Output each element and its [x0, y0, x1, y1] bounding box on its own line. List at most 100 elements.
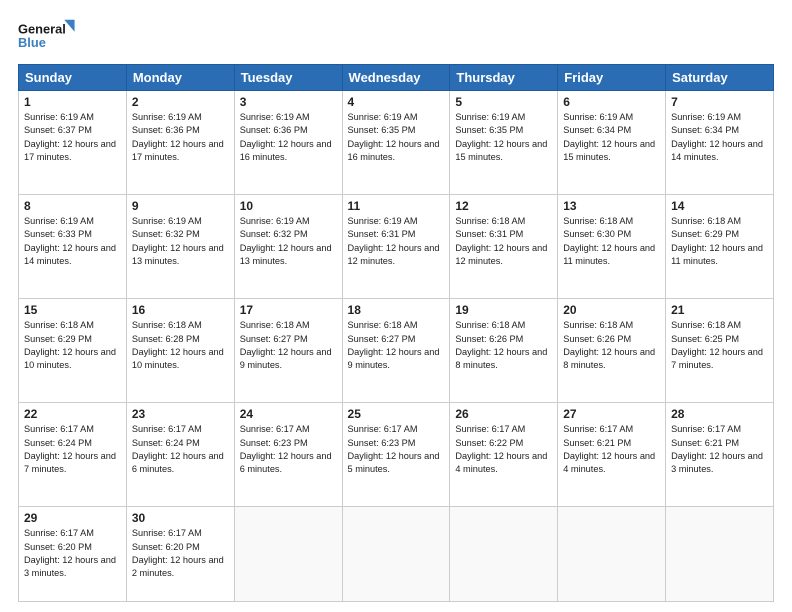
weekday-header-sunday: Sunday — [19, 65, 127, 91]
weekday-header-tuesday: Tuesday — [234, 65, 342, 91]
calendar-cell — [234, 507, 342, 602]
day-number: 30 — [132, 511, 229, 525]
calendar-cell: 13 Sunrise: 6:18 AM Sunset: 6:30 PM Dayli… — [558, 195, 666, 299]
calendar-cell: 30 Sunrise: 6:17 AM Sunset: 6:20 PM Dayli… — [126, 507, 234, 602]
calendar-cell: 10 Sunrise: 6:19 AM Sunset: 6:32 PM Dayli… — [234, 195, 342, 299]
calendar-cell: 17 Sunrise: 6:18 AM Sunset: 6:27 PM Dayli… — [234, 299, 342, 403]
day-number: 4 — [348, 95, 445, 109]
calendar-cell: 2 Sunrise: 6:19 AM Sunset: 6:36 PM Daylig… — [126, 91, 234, 195]
day-number: 5 — [455, 95, 552, 109]
day-number: 7 — [671, 95, 768, 109]
weekday-header-friday: Friday — [558, 65, 666, 91]
calendar-cell: 9 Sunrise: 6:19 AM Sunset: 6:32 PM Daylig… — [126, 195, 234, 299]
cell-details: Sunrise: 6:19 AM Sunset: 6:34 PM Dayligh… — [671, 111, 768, 164]
day-number: 12 — [455, 199, 552, 213]
cell-details: Sunrise: 6:19 AM Sunset: 6:35 PM Dayligh… — [455, 111, 552, 164]
logo-svg: GeneralBlue — [18, 18, 78, 54]
day-number: 22 — [24, 407, 121, 421]
cell-details: Sunrise: 6:19 AM Sunset: 6:36 PM Dayligh… — [240, 111, 337, 164]
cell-details: Sunrise: 6:18 AM Sunset: 6:27 PM Dayligh… — [240, 319, 337, 372]
calendar-cell: 7 Sunrise: 6:19 AM Sunset: 6:34 PM Daylig… — [666, 91, 774, 195]
cell-details: Sunrise: 6:18 AM Sunset: 6:26 PM Dayligh… — [563, 319, 660, 372]
day-number: 6 — [563, 95, 660, 109]
day-number: 26 — [455, 407, 552, 421]
calendar-cell: 11 Sunrise: 6:19 AM Sunset: 6:31 PM Dayli… — [342, 195, 450, 299]
calendar-cell: 8 Sunrise: 6:19 AM Sunset: 6:33 PM Daylig… — [19, 195, 127, 299]
calendar-cell: 28 Sunrise: 6:17 AM Sunset: 6:21 PM Dayli… — [666, 403, 774, 507]
cell-details: Sunrise: 6:19 AM Sunset: 6:37 PM Dayligh… — [24, 111, 121, 164]
day-number: 24 — [240, 407, 337, 421]
cell-details: Sunrise: 6:17 AM Sunset: 6:22 PM Dayligh… — [455, 423, 552, 476]
day-number: 28 — [671, 407, 768, 421]
day-number: 20 — [563, 303, 660, 317]
calendar-cell: 18 Sunrise: 6:18 AM Sunset: 6:27 PM Dayli… — [342, 299, 450, 403]
header: GeneralBlue — [18, 18, 774, 54]
calendar-cell: 16 Sunrise: 6:18 AM Sunset: 6:28 PM Dayli… — [126, 299, 234, 403]
day-number: 16 — [132, 303, 229, 317]
calendar-cell: 23Sunrise: 6:17 AM Sunset: 6:24 PM Dayli… — [126, 403, 234, 507]
cell-details: Sunrise: 6:19 AM Sunset: 6:31 PM Dayligh… — [348, 215, 445, 268]
cell-details: Sunrise: 6:17 AM Sunset: 6:23 PM Dayligh… — [348, 423, 445, 476]
day-number: 3 — [240, 95, 337, 109]
day-number: 25 — [348, 407, 445, 421]
calendar-cell: 6Sunrise: 6:19 AM Sunset: 6:34 PM Daylig… — [558, 91, 666, 195]
cell-details: Sunrise: 6:17 AM Sunset: 6:21 PM Dayligh… — [671, 423, 768, 476]
cell-details: Sunrise: 6:17 AM Sunset: 6:23 PM Dayligh… — [240, 423, 337, 476]
cell-details: Sunrise: 6:18 AM Sunset: 6:25 PM Dayligh… — [671, 319, 768, 372]
cell-details: Sunrise: 6:19 AM Sunset: 6:32 PM Dayligh… — [240, 215, 337, 268]
calendar-cell: 22 Sunrise: 6:17 AM Sunset: 6:24 PM Dayli… — [19, 403, 127, 507]
calendar-cell — [450, 507, 558, 602]
cell-details: Sunrise: 6:17 AM Sunset: 6:24 PM Dayligh… — [24, 423, 121, 476]
svg-text:Blue: Blue — [18, 35, 46, 50]
day-number: 9 — [132, 199, 229, 213]
calendar-cell: 24 Sunrise: 6:17 AM Sunset: 6:23 PM Dayli… — [234, 403, 342, 507]
calendar-cell: 5 Sunrise: 6:19 AM Sunset: 6:35 PM Daylig… — [450, 91, 558, 195]
cell-details: Sunrise: 6:18 AM Sunset: 6:26 PM Dayligh… — [455, 319, 552, 372]
calendar-cell: 20 Sunrise: 6:18 AM Sunset: 6:26 PM Dayli… — [558, 299, 666, 403]
calendar-cell: 19 Sunrise: 6:18 AM Sunset: 6:26 PM Dayli… — [450, 299, 558, 403]
day-number: 11 — [348, 199, 445, 213]
cell-details: Sunrise: 6:18 AM Sunset: 6:29 PM Dayligh… — [24, 319, 121, 372]
weekday-header-monday: Monday — [126, 65, 234, 91]
logo: GeneralBlue — [18, 18, 78, 54]
day-number: 15 — [24, 303, 121, 317]
cell-details: Sunrise: 6:19 AM Sunset: 6:32 PM Dayligh… — [132, 215, 229, 268]
day-number: 19 — [455, 303, 552, 317]
calendar-cell: 15 Sunrise: 6:18 AM Sunset: 6:29 PM Dayli… — [19, 299, 127, 403]
cell-details: Sunrise: 6:17 AM Sunset: 6:20 PM Dayligh… — [24, 527, 121, 580]
day-number: 1 — [24, 95, 121, 109]
day-number: 17 — [240, 303, 337, 317]
cell-details: Sunrise: 6:19 AM Sunset: 6:35 PM Dayligh… — [348, 111, 445, 164]
day-number: 8 — [24, 199, 121, 213]
cell-details: Sunrise: 6:18 AM Sunset: 6:28 PM Dayligh… — [132, 319, 229, 372]
cell-details: Sunrise: 6:18 AM Sunset: 6:29 PM Dayligh… — [671, 215, 768, 268]
day-number: 27 — [563, 407, 660, 421]
calendar-cell — [342, 507, 450, 602]
cell-details: Sunrise: 6:19 AM Sunset: 6:33 PM Dayligh… — [24, 215, 121, 268]
day-number: 21 — [671, 303, 768, 317]
day-number: 2 — [132, 95, 229, 109]
calendar-cell — [558, 507, 666, 602]
day-number: 23 — [132, 407, 229, 421]
calendar-cell: 25 Sunrise: 6:17 AM Sunset: 6:23 PM Dayli… — [342, 403, 450, 507]
day-number: 13 — [563, 199, 660, 213]
cell-details: Sunrise: 6:18 AM Sunset: 6:30 PM Dayligh… — [563, 215, 660, 268]
weekday-header-thursday: Thursday — [450, 65, 558, 91]
calendar-cell: 14Sunrise: 6:18 AM Sunset: 6:29 PM Dayli… — [666, 195, 774, 299]
weekday-header-wednesday: Wednesday — [342, 65, 450, 91]
calendar-cell: 29Sunrise: 6:17 AM Sunset: 6:20 PM Dayli… — [19, 507, 127, 602]
cell-details: Sunrise: 6:17 AM Sunset: 6:20 PM Dayligh… — [132, 527, 229, 580]
svg-text:General: General — [18, 21, 66, 36]
calendar-cell: 27Sunrise: 6:17 AM Sunset: 6:21 PM Dayli… — [558, 403, 666, 507]
calendar-cell: 3 Sunrise: 6:19 AM Sunset: 6:36 PM Daylig… — [234, 91, 342, 195]
calendar-cell: 1 Sunrise: 6:19 AM Sunset: 6:37 PM Daylig… — [19, 91, 127, 195]
weekday-header-saturday: Saturday — [666, 65, 774, 91]
calendar-cell: 12Sunrise: 6:18 AM Sunset: 6:31 PM Dayli… — [450, 195, 558, 299]
calendar-cell: 4 Sunrise: 6:19 AM Sunset: 6:35 PM Daylig… — [342, 91, 450, 195]
cell-details: Sunrise: 6:18 AM Sunset: 6:27 PM Dayligh… — [348, 319, 445, 372]
day-number: 18 — [348, 303, 445, 317]
cell-details: Sunrise: 6:19 AM Sunset: 6:36 PM Dayligh… — [132, 111, 229, 164]
calendar-table: SundayMondayTuesdayWednesdayThursdayFrid… — [18, 64, 774, 602]
calendar-cell — [666, 507, 774, 602]
day-number: 10 — [240, 199, 337, 213]
